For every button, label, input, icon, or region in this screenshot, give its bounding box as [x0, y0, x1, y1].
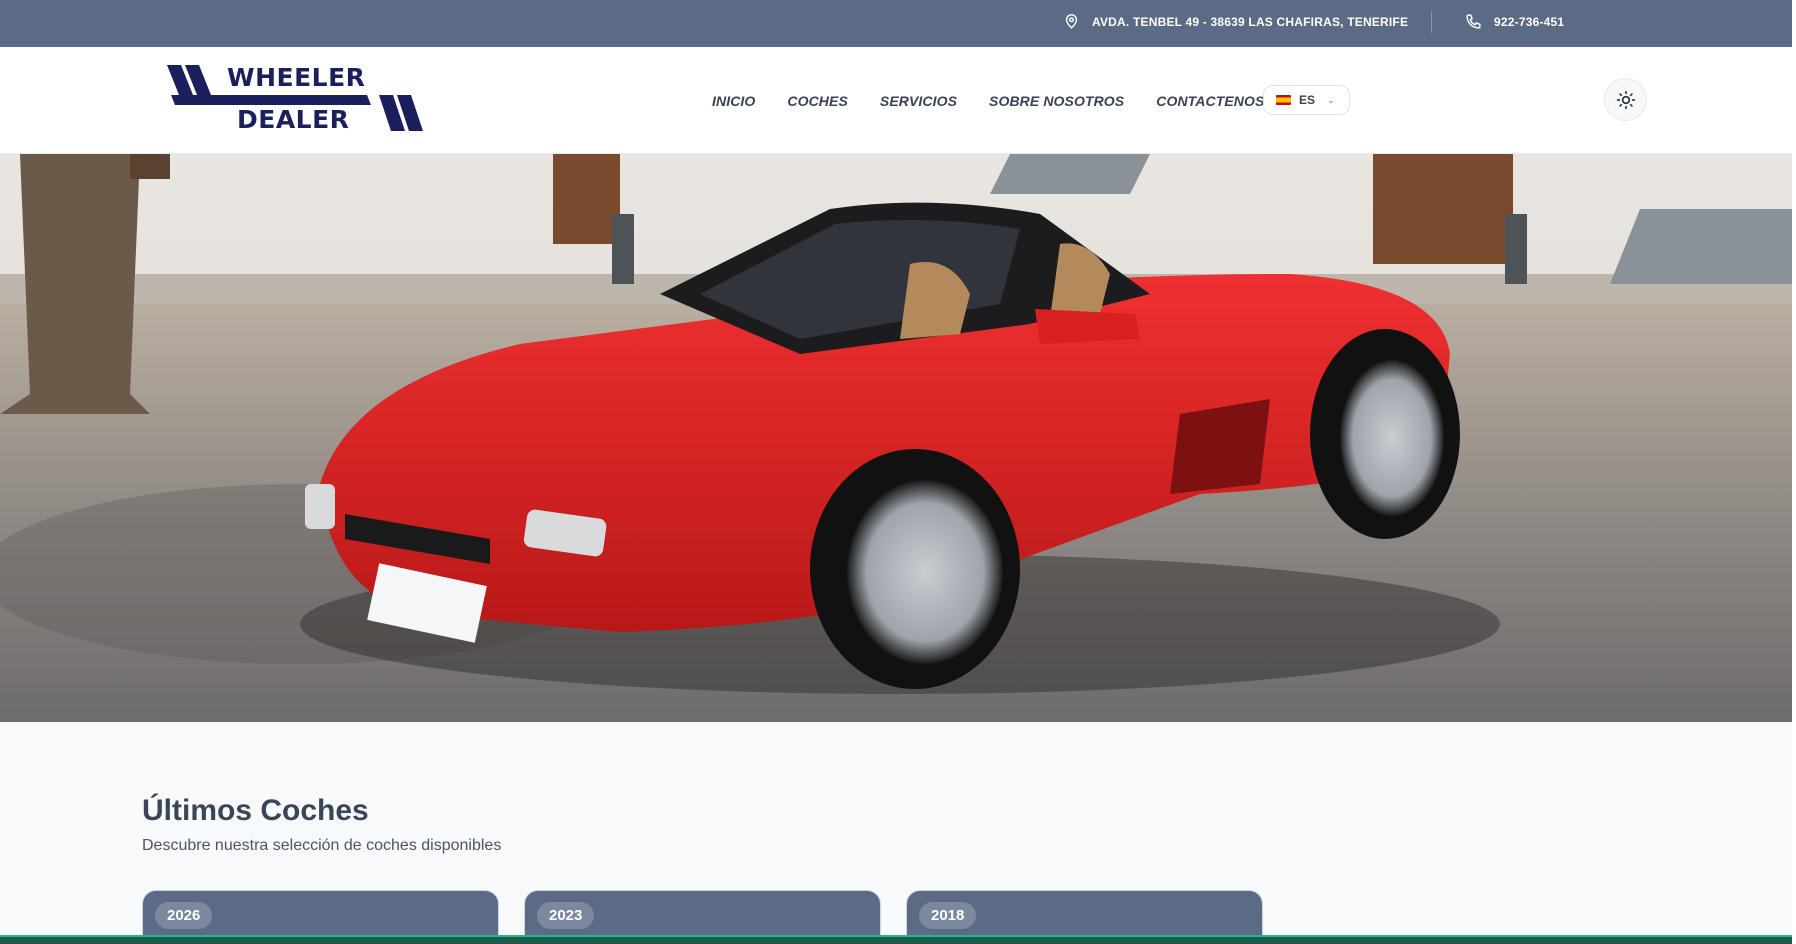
- main-header: WHEELER DEALER INICIO COCHES SERVICIOS S…: [0, 47, 1792, 154]
- logo-word-1: WHEELER: [227, 63, 366, 92]
- hero-car-scene: [0, 154, 1792, 722]
- brand-logo[interactable]: WHEELER DEALER: [167, 65, 427, 137]
- phone-icon: [1466, 14, 1481, 29]
- nav-item-inicio[interactable]: INICIO: [712, 93, 755, 109]
- section-title: Últimos Coches: [142, 794, 369, 827]
- address-text: AVDA. TENBEL 49 - 38639 LAS CHAFIRAS, TE…: [1092, 14, 1409, 29]
- logo-word-2: DEALER: [237, 105, 350, 134]
- year-badge: 2026: [155, 902, 213, 929]
- latest-cars-section: Últimos Coches Descubre nuestra selecció…: [0, 722, 1792, 944]
- nav-item-sobre-nosotros[interactable]: SOBRE NOSOTROS: [989, 93, 1124, 109]
- year-badge: 2018: [919, 902, 977, 929]
- nav-item-servicios[interactable]: SERVICIOS: [880, 93, 957, 109]
- sun-icon: [1616, 90, 1635, 109]
- topbar-divider: [1431, 11, 1432, 33]
- bottom-image-strip: [0, 935, 1792, 944]
- spain-flag-icon: [1276, 95, 1291, 105]
- language-selector[interactable]: ES ⌄: [1263, 85, 1350, 115]
- nav-item-contactenos[interactable]: CONTACTENOS: [1156, 93, 1264, 109]
- phone-text: 922-736-451: [1494, 14, 1565, 29]
- phone-info[interactable]: 922-736-451: [1465, 13, 1564, 30]
- hero-image: [0, 154, 1792, 722]
- theme-toggle-button[interactable]: [1604, 78, 1647, 121]
- main-nav: INICIO COCHES SERVICIOS SOBRE NOSOTROS C…: [712, 93, 1264, 109]
- language-code: ES: [1299, 93, 1316, 107]
- section-subtitle: Descubre nuestra selección de coches dis…: [142, 837, 502, 854]
- year-badge: 2023: [537, 902, 595, 929]
- top-info-bar: AVDA. TENBEL 49 - 38639 LAS CHAFIRAS, TE…: [0, 0, 1792, 47]
- chevron-down-icon: ⌄: [1327, 94, 1335, 105]
- nav-item-coches[interactable]: COCHES: [787, 93, 848, 109]
- location-pin-icon: [1065, 14, 1078, 29]
- address-info: AVDA. TENBEL 49 - 38639 LAS CHAFIRAS, TE…: [1063, 13, 1408, 30]
